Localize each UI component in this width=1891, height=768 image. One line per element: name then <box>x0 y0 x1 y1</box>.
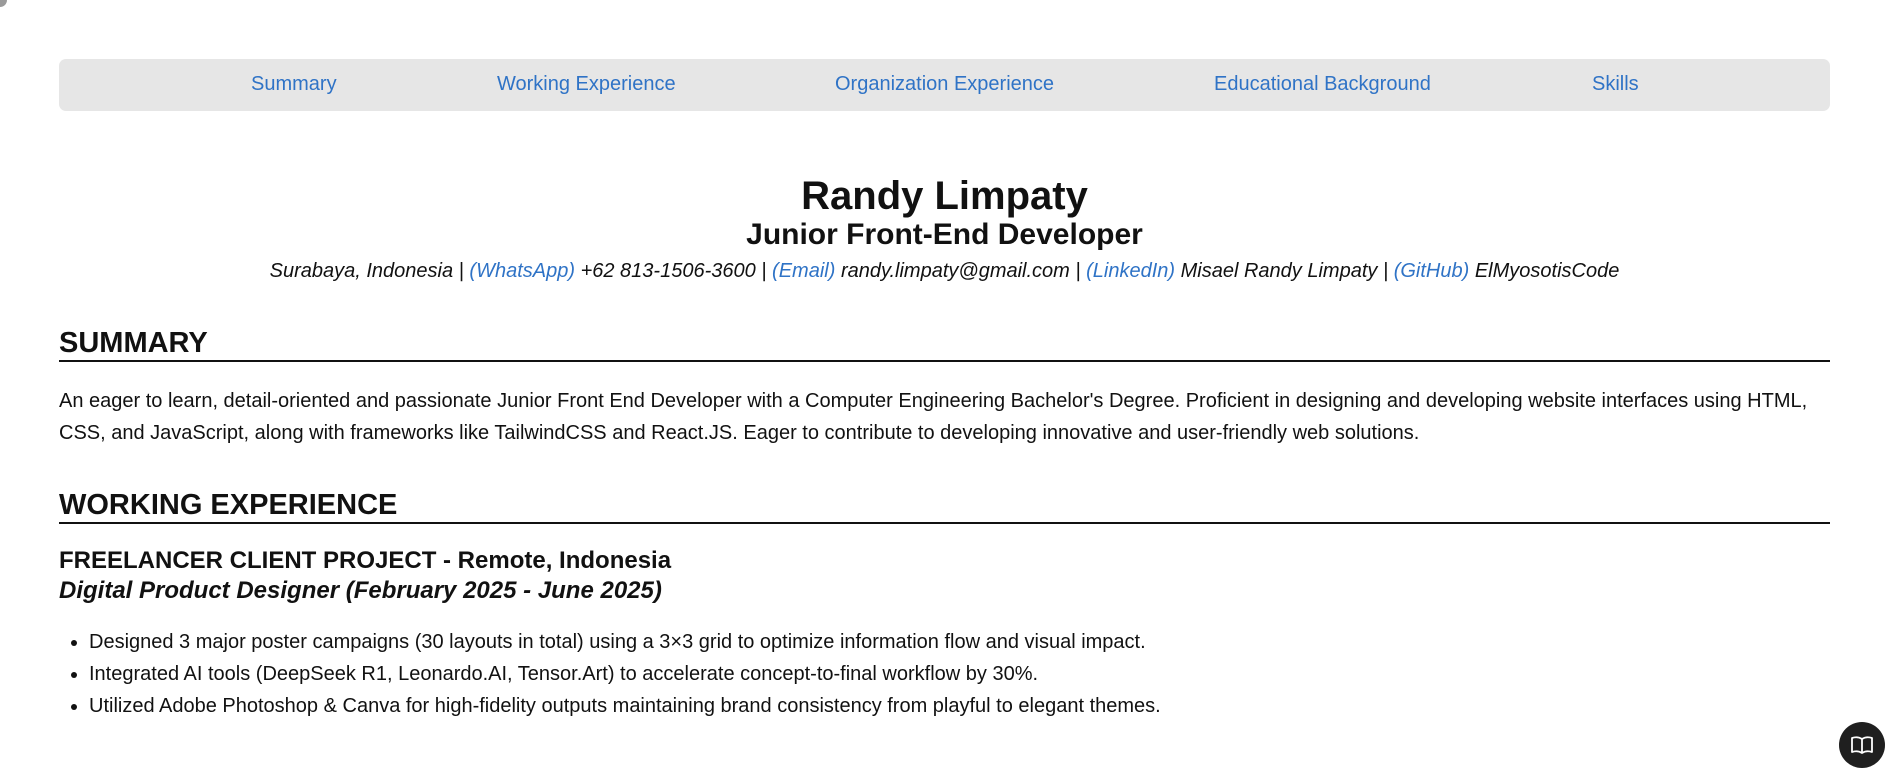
contact-separator: | <box>1377 260 1394 282</box>
reader-mode-button[interactable] <box>1839 722 1885 768</box>
list-item: Integrated AI tools (DeepSeek R1, Leonar… <box>89 658 1161 690</box>
nav-link-educational-background[interactable]: Educational Background <box>1214 73 1431 96</box>
email-link[interactable]: (Email) <box>772 260 835 282</box>
contact-separator: | <box>1069 260 1087 282</box>
nav-link-skills[interactable]: Skills <box>1592 73 1639 96</box>
summary-text: An eager to learn, detail-oriented and p… <box>59 390 1808 444</box>
whatsapp-link[interactable]: (WhatsApp) <box>469 260 575 282</box>
nav-link-working-experience[interactable]: Working Experience <box>497 73 676 96</box>
person-name: Randy Limpaty <box>801 174 1088 218</box>
email-address: randy.limpaty@gmail.com <box>840 260 1070 282</box>
summary-heading: SUMMARY <box>59 326 1830 362</box>
linkedin-link[interactable]: (LinkedIn) <box>1086 260 1175 282</box>
top-navbar: Summary Working Experience Organization … <box>59 59 1830 111</box>
job-company: FREELANCER CLIENT PROJECT - Remote, Indo… <box>59 547 672 574</box>
contact-line: Surabaya, Indonesia | (WhatsApp) +62 813… <box>59 259 1830 283</box>
linkedin-name: Misael Randy Limpaty <box>1180 260 1378 282</box>
job-bullets: Designed 3 major poster campaigns (30 la… <box>59 626 1161 722</box>
location-text: Surabaya, Indonesia <box>269 260 454 282</box>
contact-separator: | <box>755 260 773 282</box>
whatsapp-number: +62 813-1506-3600 <box>580 260 756 282</box>
window-corner-mark <box>0 0 7 7</box>
github-username: ElMyosotisCode <box>1474 260 1620 282</box>
list-item: Designed 3 major poster campaigns (30 la… <box>89 626 1161 658</box>
resume-page: Summary Working Experience Organization … <box>59 59 1830 717</box>
list-item: Utilized Adobe Photoshop & Canva for hig… <box>89 690 1161 722</box>
job-title: Junior Front-End Developer <box>746 218 1143 251</box>
working-experience-heading: WORKING EXPERIENCE <box>59 488 1830 524</box>
job-role: Digital Product Designer (February 2025 … <box>59 577 662 604</box>
github-link[interactable]: (GitHub) <box>1394 260 1470 282</box>
nav-link-organization-experience[interactable]: Organization Experience <box>835 73 1054 96</box>
contact-separator: | <box>453 260 470 282</box>
book-open-icon <box>1851 736 1873 754</box>
nav-link-summary[interactable]: Summary <box>251 73 337 96</box>
